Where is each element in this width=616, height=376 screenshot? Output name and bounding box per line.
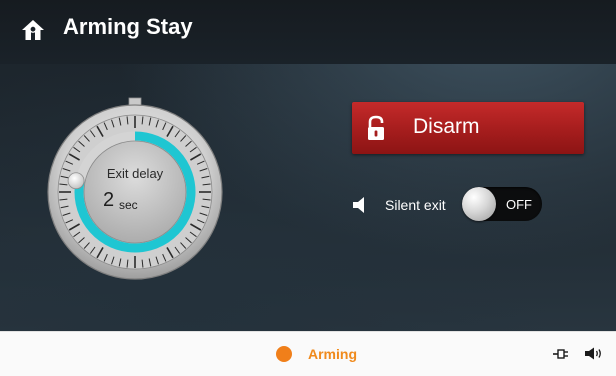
status-bar: Arming — [0, 331, 616, 376]
speaker-icon — [353, 197, 364, 213]
dial-knob — [67, 172, 85, 190]
disarm-label: Disarm — [413, 115, 480, 138]
power-plug-icon — [553, 349, 568, 359]
dial-face — [83, 140, 187, 244]
exit-delay-value: 2 — [103, 189, 115, 211]
toggle-state-label: OFF — [506, 197, 532, 212]
header: Arming Stay — [0, 0, 616, 64]
status-text: Arming — [308, 346, 357, 362]
status-indicator-dot — [276, 346, 292, 362]
disarm-button[interactable]: Disarm — [352, 102, 584, 154]
toggle-knob[interactable] — [462, 187, 496, 221]
silent-exit-label: Silent exit — [385, 197, 446, 213]
silent-exit-toggle[interactable]: OFF — [462, 187, 542, 221]
exit-delay-dial — [47, 97, 223, 280]
page-title: Arming Stay — [63, 14, 193, 39]
exit-delay-unit: sec — [119, 198, 138, 212]
exit-delay-label: Exit delay — [106, 166, 164, 181]
unlocked-padlock-icon — [368, 115, 384, 140]
home-shield-icon — [22, 20, 44, 40]
volume-icon — [585, 347, 601, 360]
